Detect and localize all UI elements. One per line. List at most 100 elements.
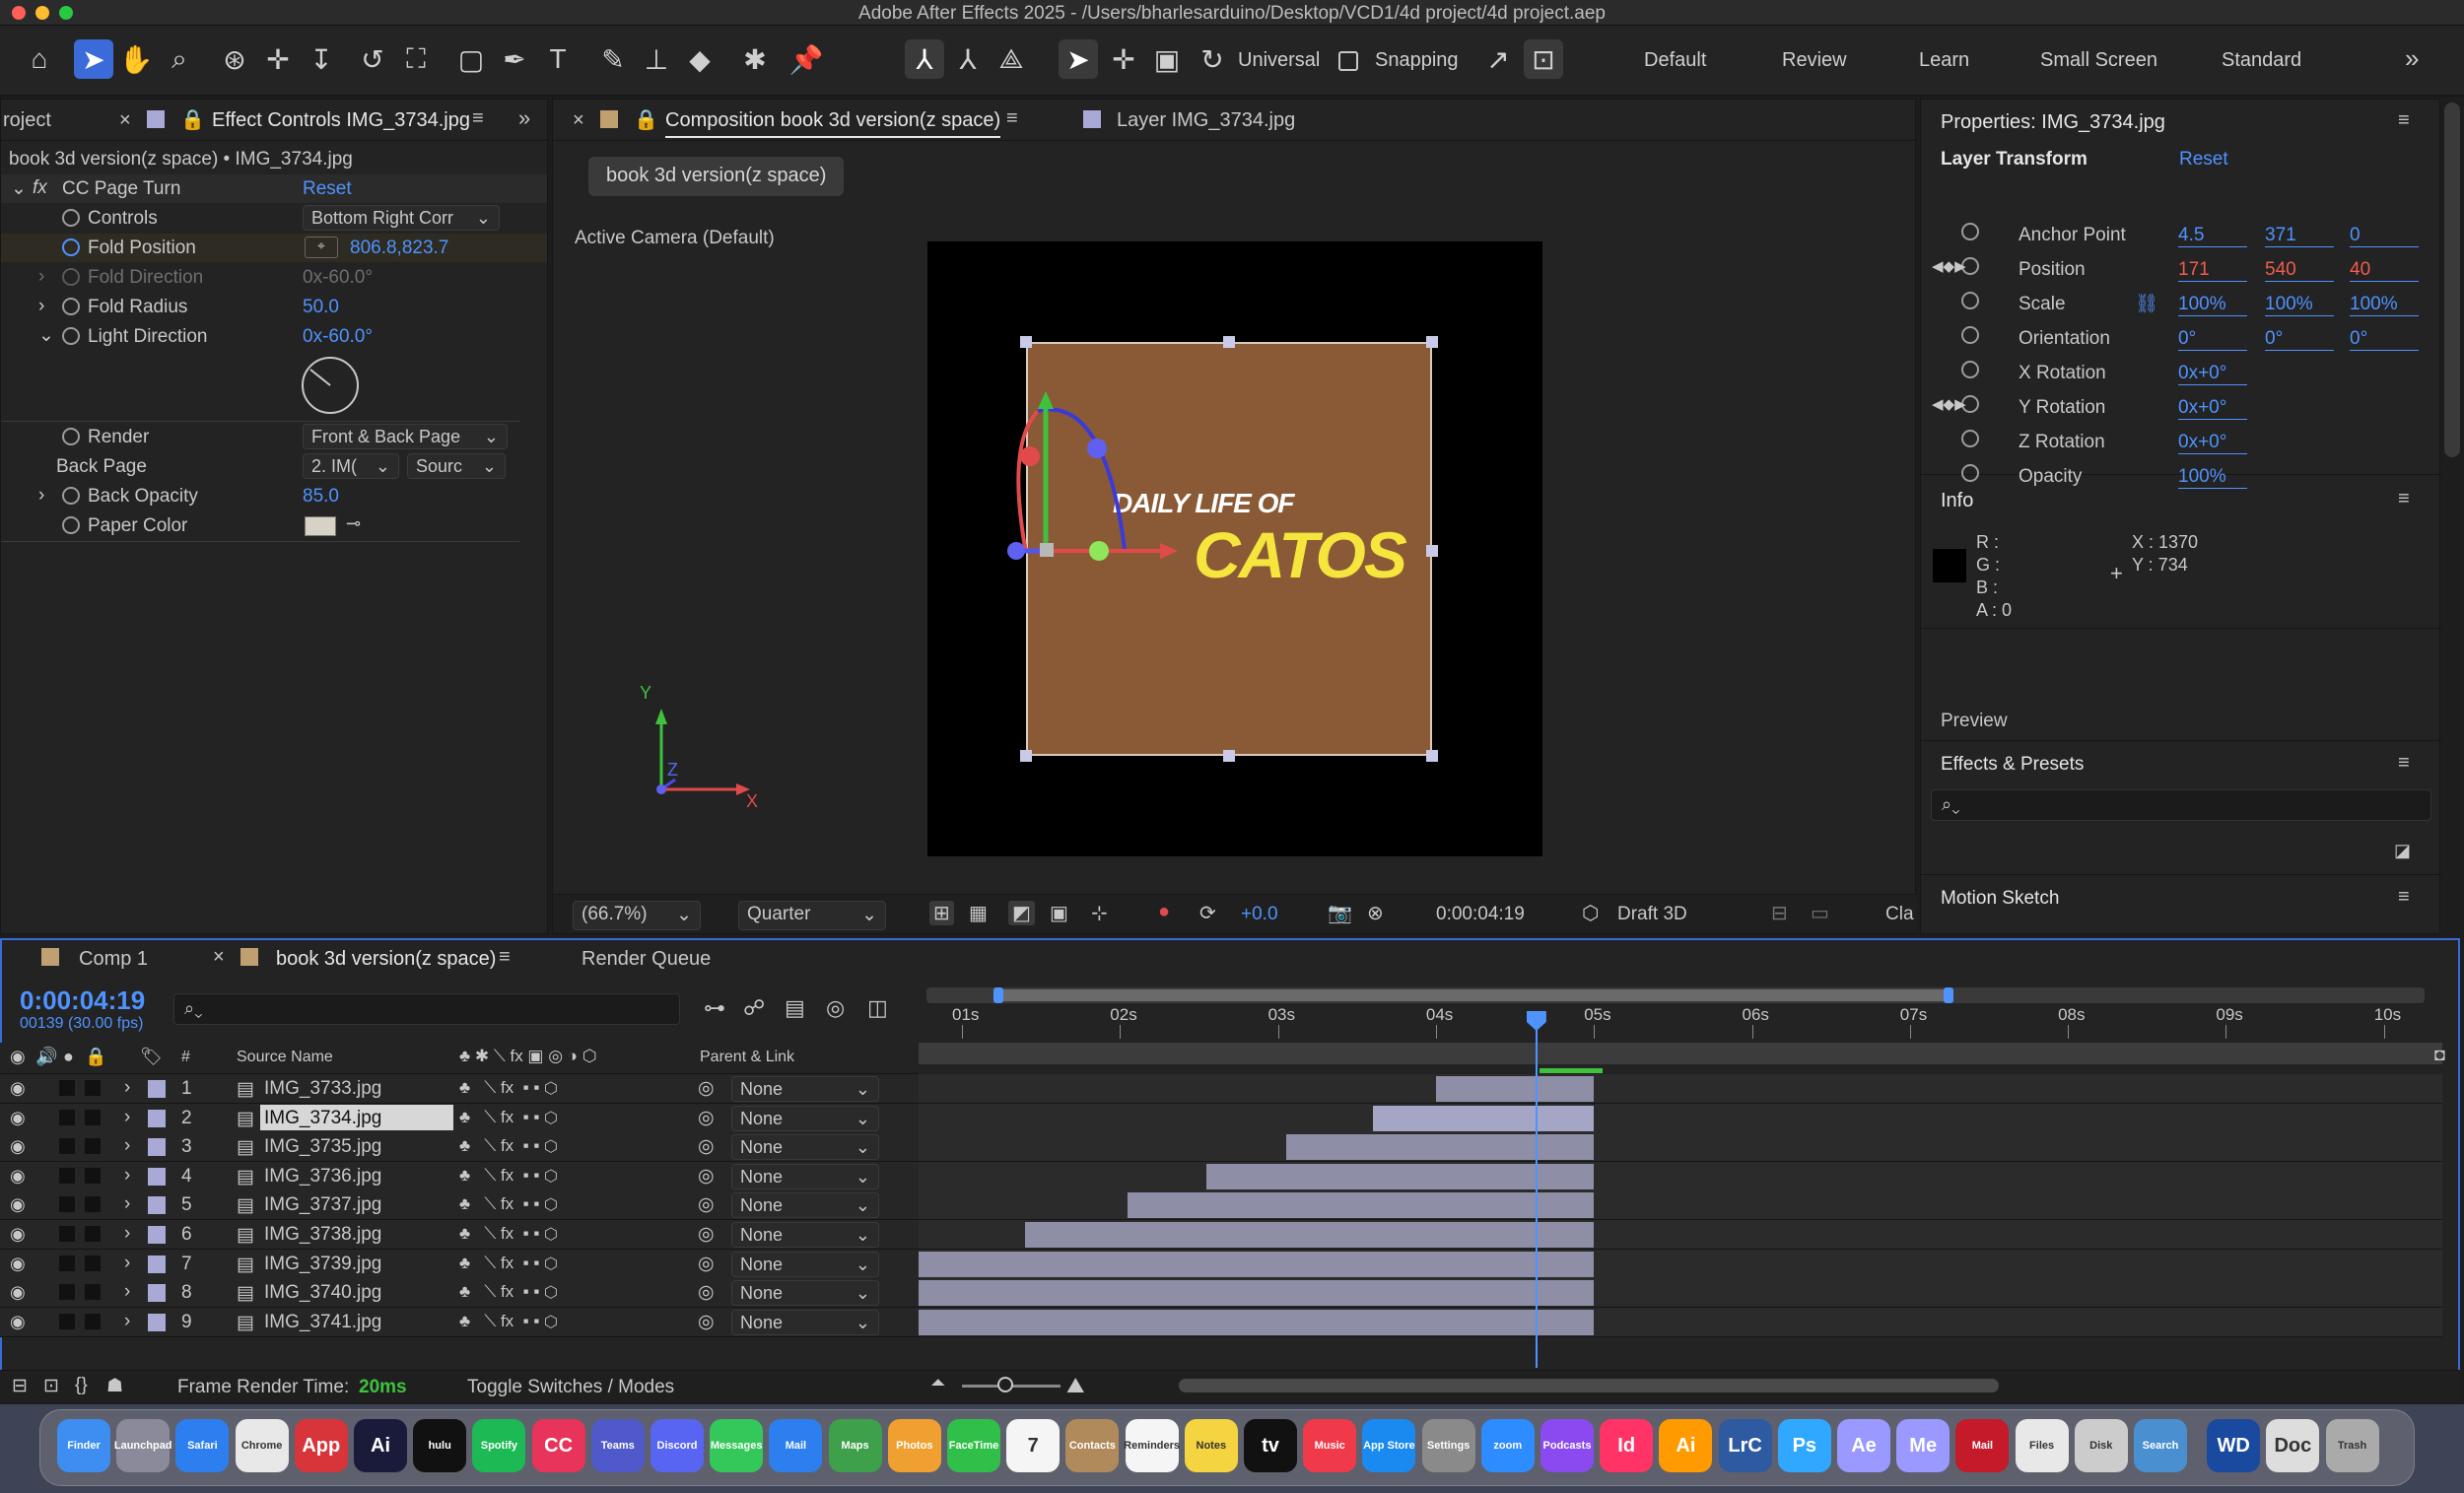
close-icon[interactable]: × xyxy=(119,109,131,132)
3d-gizmo[interactable] xyxy=(977,385,1213,582)
stopwatch-icon[interactable] xyxy=(1961,223,1979,246)
clone-stamp-icon[interactable]: ⊥ xyxy=(637,39,676,79)
work-area-end-handle[interactable] xyxy=(1944,987,1953,1003)
chevron-right-icon[interactable]: › xyxy=(38,266,44,288)
transform-reset-button[interactable]: Reset xyxy=(2179,149,2228,170)
layer-name[interactable]: IMG_3741.jpg xyxy=(260,1309,453,1334)
transform-value[interactable]: 0 xyxy=(2350,225,2419,247)
zoom-slider-thumb[interactable] xyxy=(997,1377,1013,1392)
transform-handle[interactable] xyxy=(1426,545,1438,557)
pan-behind-icon[interactable]: ⛶ xyxy=(396,39,436,79)
pick-whip-icon[interactable]: ◎ xyxy=(698,1135,715,1158)
label-color-icon[interactable] xyxy=(148,1167,166,1186)
fold-radius-value[interactable]: 50.0 xyxy=(303,297,339,318)
stopwatch-icon[interactable] xyxy=(62,428,80,451)
renderer-icon[interactable]: ⬡ xyxy=(1582,901,1599,925)
solo-toggle[interactable] xyxy=(59,1255,75,1271)
chevron-right-icon[interactable]: › xyxy=(124,1311,130,1332)
transform-value[interactable]: 100% xyxy=(2178,466,2247,489)
label-color-icon[interactable] xyxy=(148,1255,166,1273)
stopwatch-icon[interactable] xyxy=(62,487,80,510)
parent-dropdown[interactable]: None ⌄ xyxy=(731,1280,879,1307)
rotate-tool-icon[interactable]: ↺ xyxy=(353,39,392,79)
motion-blur-icon[interactable]: ◎ xyxy=(826,995,845,1021)
dock-app-icon[interactable]: Ae xyxy=(1837,1419,1890,1472)
time-navigator[interactable] xyxy=(919,1043,2442,1064)
pick-whip-icon[interactable]: ◎ xyxy=(698,1253,715,1275)
dock-app-icon[interactable]: Finder xyxy=(57,1419,110,1472)
region-of-interest-icon[interactable]: ▣ xyxy=(1050,901,1068,925)
hand-tool-icon[interactable]: ✋ xyxy=(116,39,156,79)
layer-switches[interactable]: ♣ ⟍ fx ▪ ▪ ⬡ xyxy=(459,1224,558,1244)
toggle-switches-modes[interactable]: Toggle Switches / Modes xyxy=(467,1377,674,1398)
layer-switches[interactable]: ♣ ⟍ fx ▪ ▪ ⬡ xyxy=(459,1108,558,1127)
axis-view-icon[interactable]: ⟁ xyxy=(992,39,1031,79)
transform-value[interactable]: 0x+0° xyxy=(2178,432,2247,454)
layer-switches[interactable]: ♣ ⟍ fx ▪ ▪ ⬡ xyxy=(459,1166,558,1186)
label-color-icon[interactable] xyxy=(148,1313,166,1331)
stopwatch-icon[interactable] xyxy=(1961,430,1979,453)
show-snapshot-icon[interactable]: ⊗ xyxy=(1367,901,1384,925)
layer-duration-bar[interactable] xyxy=(919,1280,1595,1307)
work-area-range[interactable] xyxy=(997,989,1950,1001)
layer-name[interactable]: IMG_3737.jpg xyxy=(260,1191,453,1217)
chevron-down-icon[interactable]: ⌄ xyxy=(38,324,54,347)
work-area-start-handle[interactable] xyxy=(993,987,1003,1003)
axis-local-icon[interactable]: ⅄ xyxy=(905,39,944,79)
workspace-review[interactable]: Review xyxy=(1782,49,1847,72)
label-color-icon[interactable] xyxy=(148,1109,166,1127)
orbit-camera-icon[interactable]: ⊛ xyxy=(215,39,254,79)
playhead[interactable] xyxy=(1535,1011,1538,1368)
transform-value[interactable]: 0° xyxy=(2350,328,2419,351)
3d-select-icon[interactable]: ➤ xyxy=(1059,39,1098,79)
effects-search-input[interactable]: ⌕⌄ xyxy=(1931,789,2431,821)
panel-menu-icon[interactable]: ≡ xyxy=(472,107,484,130)
toggle-layer-icon[interactable]: ⊟ xyxy=(12,1375,28,1397)
panel-menu-icon[interactable]: ≡ xyxy=(499,946,511,969)
layer-switches[interactable]: ♣ ⟍ fx ▪ ▪ ⬡ xyxy=(459,1254,558,1273)
transform-value[interactable]: 0° xyxy=(2265,328,2334,351)
layer-duration-bar[interactable] xyxy=(1025,1222,1595,1248)
chevron-right-icon[interactable]: › xyxy=(124,1223,130,1245)
grid-guides-icon[interactable]: ⊹ xyxy=(1091,901,1108,925)
pick-whip-icon[interactable]: ◎ xyxy=(698,1107,715,1129)
transform-value[interactable]: 0x+0° xyxy=(2178,363,2247,385)
eye-icon[interactable]: ◉ xyxy=(10,1166,26,1187)
stopwatch-icon[interactable] xyxy=(62,298,80,321)
transform-value[interactable]: 100% xyxy=(2265,294,2334,316)
workspace-small-screen[interactable]: Small Screen xyxy=(2040,49,2157,72)
effect-reset-button[interactable]: Reset xyxy=(303,178,352,200)
eyedropper-icon[interactable]: ⊸ xyxy=(346,513,361,534)
layer-name[interactable]: IMG_3734.jpg xyxy=(260,1104,453,1130)
stopwatch-icon[interactable] xyxy=(62,209,80,233)
dock-app-icon[interactable]: Doc xyxy=(2266,1419,2320,1472)
dock-app-icon[interactable]: Spotify xyxy=(472,1419,526,1472)
layer-name[interactable]: IMG_3735.jpg xyxy=(260,1133,453,1159)
layer-duration-bar[interactable] xyxy=(1435,1076,1595,1102)
transform-value[interactable]: 540 xyxy=(2265,259,2334,282)
stopwatch-icon[interactable] xyxy=(62,238,80,262)
exposure-value[interactable]: +0.0 xyxy=(1241,904,1278,925)
pick-whip-icon[interactable]: ◎ xyxy=(698,1223,715,1246)
tab-book-3d[interactable]: book 3d version(z space) xyxy=(276,948,496,971)
zoom-in-icon[interactable]: ⛰ xyxy=(1066,1373,1084,1398)
solo-toggle[interactable] xyxy=(59,1080,75,1096)
panel-menu-icon[interactable]: ≡ xyxy=(2398,752,2410,775)
lock-toggle[interactable] xyxy=(85,1313,101,1329)
effects-presets-section[interactable]: Effects & Presets xyxy=(1941,754,2084,776)
graph-editor-icon[interactable]: ◫ xyxy=(867,995,888,1021)
layer-name[interactable]: IMG_3739.jpg xyxy=(260,1251,453,1276)
selection-tool-icon[interactable]: ➤ xyxy=(74,39,113,79)
layer-name[interactable]: IMG_3733.jpg xyxy=(260,1075,453,1101)
lock-icon[interactable]: 🔒 xyxy=(634,107,658,132)
more-workspaces-icon[interactable]: » xyxy=(2405,43,2419,74)
dock-app-icon[interactable]: WD xyxy=(2207,1419,2261,1472)
pick-whip-icon[interactable]: ◎ xyxy=(698,1077,715,1100)
layer-duration-bar[interactable] xyxy=(1372,1105,1595,1131)
dock-app-icon[interactable]: zoom xyxy=(1480,1419,1535,1472)
tab-render-queue[interactable]: Render Queue xyxy=(582,948,711,971)
parent-dropdown[interactable]: None ⌄ xyxy=(731,1134,879,1161)
3d-rotate-icon[interactable]: ↻ xyxy=(1193,39,1232,79)
dock-app-icon[interactable]: Discord xyxy=(650,1419,704,1472)
dock-app-icon[interactable]: hulu xyxy=(413,1419,467,1472)
